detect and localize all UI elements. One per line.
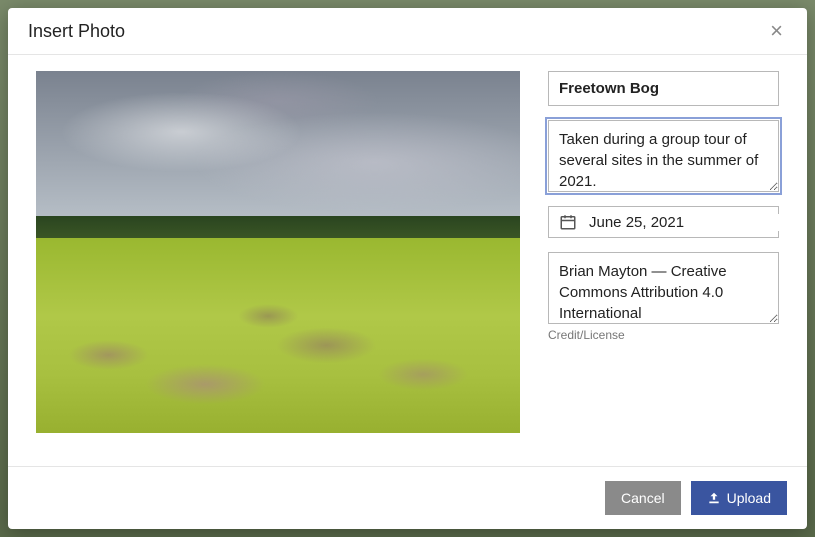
cancel-button-label: Cancel: [621, 490, 665, 506]
modal-title: Insert Photo: [28, 21, 125, 42]
form-column: Taken during a group tour of several sit…: [548, 71, 779, 450]
close-button[interactable]: ×: [766, 20, 787, 42]
upload-button[interactable]: Upload: [691, 481, 787, 515]
insert-photo-modal: Insert Photo × Taken during a group tour…: [8, 8, 807, 529]
preview-treeline: [36, 216, 520, 238]
modal-header: Insert Photo ×: [8, 8, 807, 55]
photo-credit-textarea[interactable]: Brian Mayton — Creative Commons Attribut…: [548, 252, 779, 324]
close-icon: ×: [770, 18, 783, 43]
photo-preview: [36, 71, 520, 433]
upload-button-label: Upload: [727, 490, 771, 506]
photo-date-input[interactable]: [589, 214, 788, 231]
calendar-icon: [559, 213, 577, 231]
photo-description-textarea[interactable]: Taken during a group tour of several sit…: [548, 120, 779, 192]
cancel-button[interactable]: Cancel: [605, 481, 681, 515]
upload-icon: [707, 491, 721, 505]
preview-ground: [36, 238, 520, 433]
modal-footer: Cancel Upload: [8, 466, 807, 529]
photo-date-field[interactable]: [548, 206, 779, 238]
preview-sky: [36, 71, 520, 223]
photo-title-input[interactable]: [548, 71, 779, 106]
credit-helper-label: Credit/License: [548, 328, 779, 342]
modal-body: Taken during a group tour of several sit…: [8, 55, 807, 466]
